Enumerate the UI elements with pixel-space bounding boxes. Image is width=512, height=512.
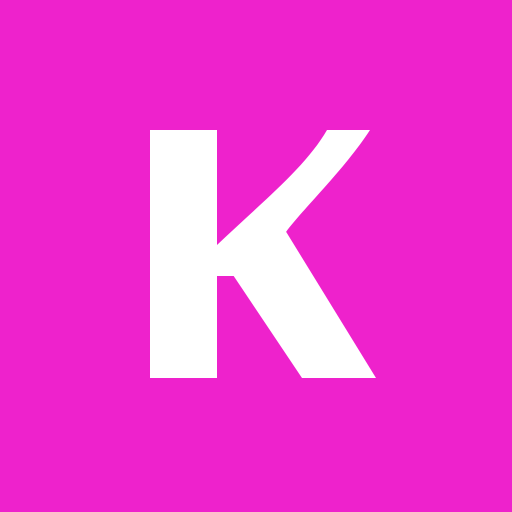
app-icon: K [0, 0, 512, 512]
k-logo-icon: K [0, 0, 512, 512]
k-stem [150, 130, 217, 378]
